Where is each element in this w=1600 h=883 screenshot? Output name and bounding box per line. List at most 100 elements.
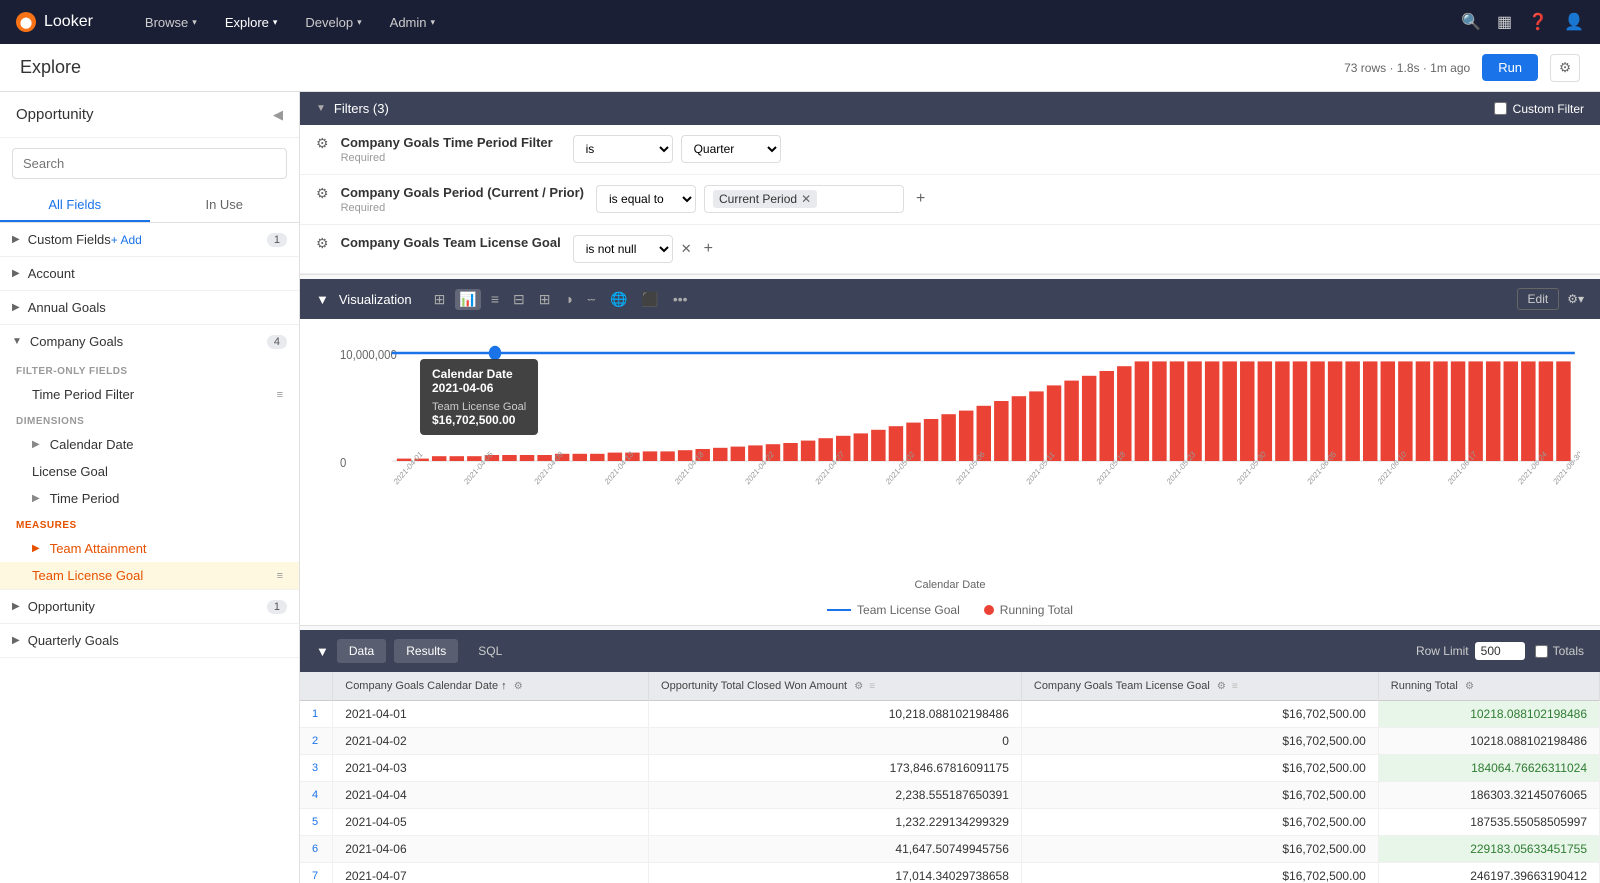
nav-admin[interactable]: Admin ▾	[378, 9, 447, 36]
viz-bar-chart-icon[interactable]: 📊	[455, 289, 480, 310]
data-table: Company Goals Calendar Date ↑ ⚙ Opportun…	[300, 672, 1600, 883]
help-icon[interactable]: ❓	[1528, 12, 1548, 32]
viz-map-icon[interactable]: 🌐	[606, 289, 631, 310]
table-row: 5 2021-04-05 1,232.229134299329 $16,702,…	[300, 809, 1600, 836]
data-table-wrapper: Company Goals Calendar Date ↑ ⚙ Opportun…	[300, 672, 1600, 883]
filter-tag-remove-icon[interactable]: ✕	[801, 192, 811, 206]
search-icon[interactable]: 🔍	[1461, 12, 1481, 32]
table-row: 2 2021-04-02 0 $16,702,500.00 10218.0881…	[300, 728, 1600, 755]
viz-funnel-icon[interactable]: ⏖	[583, 289, 600, 310]
filter-tag-current-period: Current Period ✕	[713, 190, 817, 208]
sidebar-header: Opportunity ◀	[0, 92, 299, 138]
calendar-date-expand-icon: ▶	[32, 439, 40, 450]
sidebar-item-time-period[interactable]: ▶ Time Period	[0, 485, 299, 512]
grid-icon[interactable]: ▦	[1497, 12, 1512, 32]
viz-scatter-icon[interactable]: ⊞	[535, 289, 555, 310]
tab-in-use[interactable]: In Use	[150, 189, 300, 222]
run-button[interactable]: Run	[1482, 54, 1538, 81]
sidebar-item-team-attainment[interactable]: ▶ Team Attainment	[0, 535, 299, 562]
viz-edit-button[interactable]: Edit	[1517, 288, 1560, 310]
filter-value-select-1[interactable]: Quarter	[681, 135, 781, 163]
data-collapse-icon[interactable]: ▼	[316, 644, 329, 659]
filter-add-button-3[interactable]: +	[704, 240, 713, 258]
viz-custom-icon[interactable]: ⬛	[637, 289, 662, 310]
data-tab-data[interactable]: Data	[337, 639, 386, 663]
col-team-license-goal[interactable]: Company Goals Team License Goal ⚙ ≡	[1021, 672, 1378, 701]
filter-operator-select-1[interactable]: is	[573, 135, 673, 163]
explore-chevron-icon: ▾	[273, 17, 278, 28]
sidebar-section-header-annual-goals[interactable]: ▶ Annual Goals	[0, 291, 299, 324]
sidebar-section-header-custom-fields[interactable]: ▶ Custom Fields + Add 1	[0, 223, 299, 256]
col-running-total[interactable]: Running Total ⚙	[1378, 672, 1599, 701]
col-closed-amount-settings-icon[interactable]: ⚙	[854, 681, 863, 692]
filter-gear-icon-3[interactable]: ⚙	[316, 235, 329, 252]
user-icon[interactable]: 👤	[1564, 12, 1584, 32]
add-custom-field-button[interactable]: + Add	[111, 233, 142, 247]
col-closed-amount[interactable]: Opportunity Total Closed Won Amount ⚙ ≡	[649, 672, 1022, 701]
filter-label-2: Company Goals Period (Current / Prior) R…	[341, 185, 584, 214]
sidebar-section-company-goals: ▼ Company Goals 4 FILTER-ONLY FIELDS Tim…	[0, 325, 299, 590]
data-tab-sql[interactable]: SQL	[466, 639, 514, 663]
custom-fields-label: Custom Fields	[28, 232, 111, 247]
sub-header: Explore 73 rows · 1.8s · 1m ago Run ⚙	[0, 44, 1600, 92]
col-team-license-settings-icon[interactable]: ⚙	[1217, 681, 1226, 692]
legend-team-license-goal: Team License Goal	[827, 603, 960, 617]
quarterly-goals-label: Quarterly Goals	[28, 633, 119, 648]
viz-more-icon[interactable]: •••	[669, 289, 692, 309]
filter-gear-icon-1[interactable]: ⚙	[316, 135, 329, 152]
viz-table-icon[interactable]: ⊞	[430, 289, 450, 310]
filter-row-team-license: ⚙ Company Goals Team License Goal is not…	[300, 225, 1600, 274]
filter-gear-icon-2[interactable]: ⚙	[316, 185, 329, 202]
viz-settings-icon[interactable]: ⚙▾	[1567, 292, 1584, 306]
filter-label-1: Company Goals Time Period Filter Require…	[341, 135, 561, 164]
totals-input[interactable]	[1535, 645, 1548, 658]
sidebar-item-time-period-filter[interactable]: Time Period Filter ≡	[0, 381, 299, 408]
svg-text:2021-04-05: 2021-04-05	[463, 449, 495, 487]
logo[interactable]: ⬤ Looker	[16, 12, 93, 32]
sidebar-item-license-goal[interactable]: License Goal	[0, 458, 299, 485]
viz-title: Visualization	[339, 292, 412, 307]
sidebar-section-annual-goals: ▶ Annual Goals	[0, 291, 299, 325]
viz-header: ▼ Visualization ⊞ 📊 ≡ ⊟ ⊞ ◑ ⏖ 🌐 ⬛ ••• Ed…	[300, 279, 1600, 319]
filter-operator-select-3[interactable]: is not null	[573, 235, 673, 263]
filter-remove-button-3[interactable]: ✕	[681, 241, 692, 257]
sidebar-item-calendar-date[interactable]: ▶ Calendar Date	[0, 431, 299, 458]
settings-button[interactable]: ⚙	[1550, 54, 1580, 82]
custom-filter-input[interactable]	[1494, 102, 1507, 115]
col-calendar-date[interactable]: Company Goals Calendar Date ↑ ⚙	[333, 672, 649, 701]
data-panel: ▼ Data Results SQL Row Limit Totals	[300, 630, 1600, 883]
col-team-license-more-icon[interactable]: ≡	[1232, 681, 1238, 692]
filter-add-button-2[interactable]: +	[916, 190, 925, 208]
nav-explore[interactable]: Explore ▾	[213, 9, 290, 36]
filters-collapse-icon[interactable]: ▼	[316, 103, 326, 114]
filter-row-time-period: ⚙ Company Goals Time Period Filter Requi…	[300, 125, 1600, 175]
looker-logo-icon: ⬤	[16, 12, 36, 32]
col-running-total-settings-icon[interactable]: ⚙	[1465, 681, 1474, 692]
filter-operator-select-2[interactable]: is equal to	[596, 185, 696, 213]
sidebar-collapse-icon[interactable]: ◀	[273, 107, 283, 123]
viz-collapse-icon[interactable]: ▼	[316, 292, 329, 307]
chart-legend: Team License Goal Running Total	[300, 597, 1600, 625]
nav-develop[interactable]: Develop ▾	[293, 9, 373, 36]
filters-panel: ▼ Filters (3) Custom Filter ⚙ Company Go…	[300, 92, 1600, 275]
sidebar-section-header-opportunity[interactable]: ▶ Opportunity 1	[0, 590, 299, 623]
nav-browse[interactable]: Browse ▾	[133, 9, 209, 36]
sidebar-item-team-license-goal[interactable]: Team License Goal ≡	[0, 562, 299, 589]
viz-area-chart-icon[interactable]: ⊟	[509, 289, 529, 310]
stats-text: 73 rows · 1.8s · 1m ago	[1344, 61, 1470, 75]
data-tab-results[interactable]: Results	[394, 639, 458, 663]
row-limit-input[interactable]	[1475, 642, 1525, 660]
search-input[interactable]	[12, 148, 287, 179]
develop-chevron-icon: ▾	[357, 17, 362, 28]
sidebar-section-header-company-goals[interactable]: ▼ Company Goals 4	[0, 325, 299, 358]
totals-checkbox[interactable]: Totals	[1535, 644, 1584, 658]
viz-line-chart-icon[interactable]: ≡	[487, 289, 503, 309]
viz-pie-icon[interactable]: ◑	[560, 289, 576, 309]
data-panel-header: ▼ Data Results SQL Row Limit Totals	[300, 630, 1600, 672]
col-calendar-date-settings-icon[interactable]: ⚙	[514, 681, 523, 692]
custom-filter-checkbox[interactable]: Custom Filter	[1494, 102, 1584, 116]
sidebar-section-header-account[interactable]: ▶ Account	[0, 257, 299, 290]
sidebar-section-header-quarterly-goals[interactable]: ▶ Quarterly Goals	[0, 624, 299, 657]
col-closed-amount-more-icon[interactable]: ≡	[869, 681, 875, 692]
tab-all-fields[interactable]: All Fields	[0, 189, 150, 222]
